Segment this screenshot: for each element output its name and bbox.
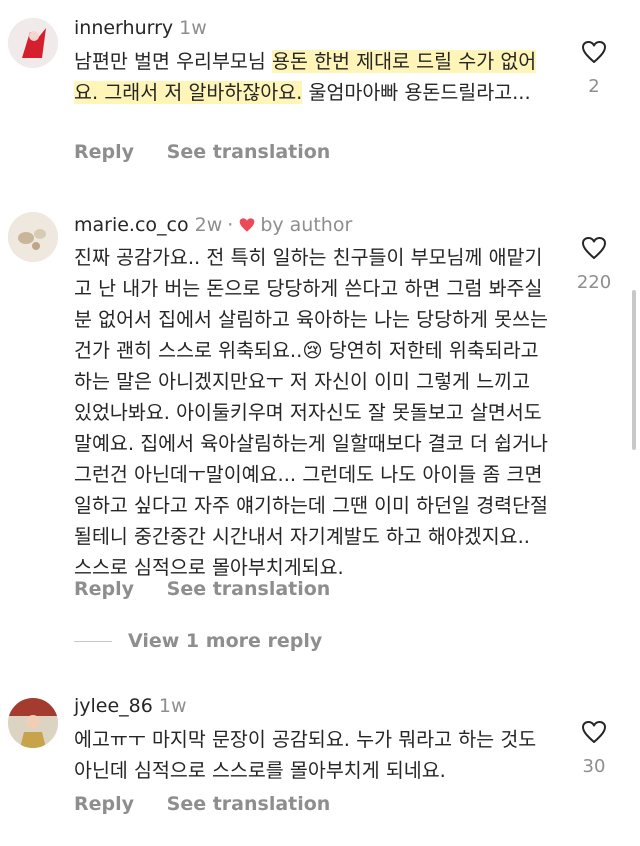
like-control: 2 — [578, 40, 610, 97]
username[interactable]: marie.co_co — [74, 214, 189, 236]
comment-text: 에고ㅠㅜ 마지막 문장이 공감되요. 누가 뭐라고 하는 것도 아닌데 심적으로… — [74, 728, 537, 782]
author-heart-icon — [239, 218, 255, 232]
comment-innerhurry: innerhurry 1w 남편만 벌면 우리부모님 용돈 한번 제대로 드릴 수… — [0, 0, 640, 180]
view-more-label: View 1 more reply — [128, 630, 323, 652]
view-more-replies[interactable]: View 1 more reply — [74, 630, 322, 652]
comment-header: jylee_86 1w — [74, 694, 187, 718]
avatar[interactable] — [8, 18, 58, 68]
see-translation-button[interactable]: See translation — [167, 793, 331, 815]
see-translation-button[interactable]: See translation — [167, 578, 331, 600]
username[interactable]: jylee_86 — [74, 695, 153, 717]
like-count: 30 — [582, 756, 606, 777]
separator-dot: · — [227, 214, 234, 236]
like-control: 220 — [577, 236, 611, 293]
comment-actions: Reply See translation — [74, 578, 356, 600]
like-count: 2 — [588, 76, 600, 97]
reply-button[interactable]: Reply — [74, 578, 134, 600]
username[interactable]: innerhurry — [74, 17, 173, 39]
comment-text: 남편만 벌면 우리부모님 용돈 한번 제대로 드릴 수가 없어요. 그래서 저 … — [74, 50, 537, 104]
reply-button[interactable]: Reply — [74, 141, 134, 163]
heart-outline-icon[interactable] — [581, 236, 607, 260]
like-control: 30 — [578, 720, 610, 777]
scrollbar[interactable] — [632, 290, 636, 450]
heart-outline-icon[interactable] — [581, 720, 607, 744]
divider-line — [74, 641, 112, 642]
comment-actions: Reply See translation — [74, 793, 356, 815]
avatar[interactable] — [8, 698, 58, 748]
reply-button[interactable]: Reply — [74, 793, 134, 815]
avatar[interactable] — [8, 212, 58, 262]
avatar-image — [8, 698, 58, 748]
timestamp: 2w — [194, 214, 223, 236]
timestamp: 1w — [158, 695, 187, 717]
comment-actions: Reply See translation — [74, 141, 356, 163]
timestamp: 1w — [179, 17, 207, 39]
avatar-image — [8, 212, 58, 262]
heart-outline-icon[interactable] — [581, 40, 607, 64]
avatar-image — [8, 18, 58, 68]
comment-header: marie.co_co 2w · by author — [74, 213, 352, 237]
see-translation-button[interactable]: See translation — [167, 141, 331, 163]
by-author-label: by author — [260, 214, 353, 236]
like-count: 220 — [576, 272, 612, 293]
comment-header: innerhurry 1w — [74, 16, 207, 40]
comment-text: 진짜 공감가요.. 전 특히 일하는 친구들이 부모님께 애맡기고 난 내가 버… — [74, 246, 548, 579]
